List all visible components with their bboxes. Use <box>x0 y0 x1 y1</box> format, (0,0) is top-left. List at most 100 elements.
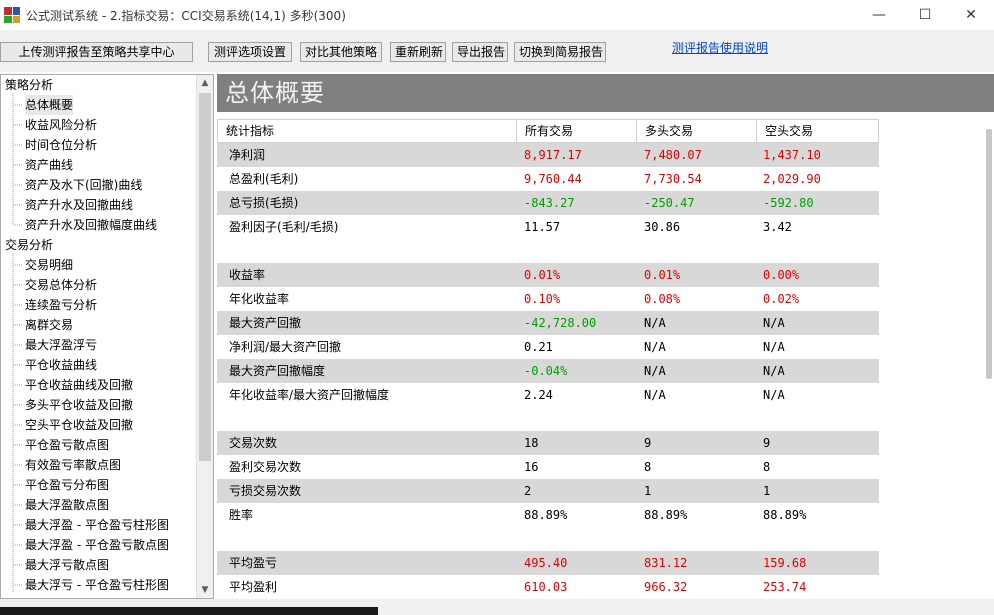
long-trades-cell: 1 <box>644 484 652 498</box>
title-bar: 公式测试系统 - 2.指标交易：CCI交易系统(14,1) 多秒(300) — … <box>0 0 994 30</box>
tree-item[interactable]: 资产曲线 <box>25 155 73 175</box>
report-scroll-thumb[interactable] <box>986 129 992 379</box>
tree-item[interactable]: 平仓收益曲线及回撤 <box>25 375 133 395</box>
report-pane: 总体概要 统计指标 所有交易 多头交易 空头交易 净利润 8,917.17 7,48… <box>217 74 994 599</box>
table-row: 最大资产回撤幅度 -0.04% N/A N/A <box>217 359 879 383</box>
short-trades-cell: 88.89% <box>763 508 807 522</box>
tree-item[interactable]: 空头平仓收益及回撤 <box>25 415 133 435</box>
test-options-button[interactable]: 测评选项设置 <box>208 42 292 62</box>
table-row: 亏损交易次数 2 1 1 <box>217 479 879 503</box>
tree-item[interactable]: 有效盈亏率散点图 <box>25 455 121 475</box>
tree-scrollbar[interactable]: ▲ ▼ <box>196 75 213 598</box>
short-trades-cell: 2,029.90 <box>763 172 821 186</box>
upload-report-button[interactable]: 上传测评报告至策略共享中心 <box>0 42 193 62</box>
tree-item[interactable]: 离群交易 <box>25 315 73 335</box>
all-trades-cell: 2.24 <box>524 388 553 402</box>
long-trades-cell: 831.12 <box>644 556 688 570</box>
tree-item[interactable]: 最大浮盈 - 平仓盈亏柱形图 <box>25 515 169 535</box>
header-long-trades[interactable]: 多头交易 <box>637 119 757 143</box>
long-trades-cell: N/A <box>644 316 666 330</box>
table-row: 总盈利(毛利) 9,760.44 7,730.54 2,029.90 <box>217 167 879 191</box>
tree-item[interactable]: 收益风险分析 <box>25 115 97 135</box>
maximize-button[interactable]: ☐ <box>902 0 948 30</box>
metric-cell: 胜率 <box>229 508 254 522</box>
all-trades-cell: 11.57 <box>524 220 561 234</box>
export-report-button[interactable]: 导出报告 <box>452 42 508 62</box>
tree-item[interactable]: 总体概要 <box>25 95 74 115</box>
header-metric[interactable]: 统计指标 <box>217 119 517 143</box>
table-row: 年化收益率/最大资产回撤幅度 2.24 N/A N/A <box>217 383 879 407</box>
metric-cell: 净利润/最大资产回撤 <box>229 340 342 354</box>
help-link[interactable]: 测评报告使用说明 <box>672 39 768 56</box>
table-row: 净利润 8,917.17 7,480.07 1,437.10 <box>217 143 879 167</box>
all-trades-cell: 0.01% <box>524 268 561 282</box>
tree-item[interactable]: 时间仓位分析 <box>25 135 97 155</box>
short-trades-cell: N/A <box>763 388 785 402</box>
metric-cell: 盈利因子(毛利/毛损) <box>229 220 339 234</box>
window-title: 公式测试系统 - 2.指标交易：CCI交易系统(14,1) 多秒(300) <box>26 8 346 23</box>
chart-app-icon <box>4 7 20 23</box>
short-trades-cell: 3.42 <box>763 220 792 234</box>
tree-item[interactable]: 交易总体分析 <box>25 275 97 295</box>
section-banner: 总体概要 <box>217 74 994 112</box>
long-trades-cell: 966.32 <box>644 580 688 594</box>
metric-cell: 最大资产回撤 <box>229 316 302 330</box>
short-trades-cell: 159.68 <box>763 556 807 570</box>
close-button[interactable]: ✕ <box>948 0 994 30</box>
metric-cell: 盈利交易次数 <box>229 460 302 474</box>
minimize-button[interactable]: — <box>856 0 902 30</box>
table-row: 交易次数 18 9 9 <box>217 431 879 455</box>
report-scrollbar[interactable] <box>986 119 994 599</box>
compare-strategy-button[interactable]: 对比其他策略 <box>300 42 382 62</box>
metric-cell: 年化收益率 <box>229 292 290 306</box>
tree-group-label[interactable]: 策略分析 <box>5 75 53 95</box>
tree-item[interactable]: 最大浮盈 - 平仓盈亏散点图 <box>25 535 169 555</box>
table-row: 总亏损(毛损) -843.27 -250.47 -592.80 <box>217 191 879 215</box>
tree-item[interactable]: 资产升水及回撤幅度曲线 <box>25 215 157 235</box>
tree-item[interactable]: 资产升水及回撤曲线 <box>25 195 133 215</box>
refresh-button[interactable]: 重新刷新 <box>390 42 446 62</box>
tree-item[interactable]: 平仓盈亏散点图 <box>25 435 109 455</box>
long-trades-cell: 9 <box>644 436 652 450</box>
short-trades-cell: 8 <box>763 460 771 474</box>
long-trades-cell: 30.86 <box>644 220 681 234</box>
header-all-trades[interactable]: 所有交易 <box>517 119 637 143</box>
tree-group-label[interactable]: 交易分析 <box>5 235 53 255</box>
tree-item[interactable]: 最大浮盈浮亏 <box>25 335 97 355</box>
long-trades-cell: -250.47 <box>644 196 695 210</box>
all-trades-cell: 2 <box>524 484 532 498</box>
long-trades-cell: 7,730.54 <box>644 172 702 186</box>
scroll-down-icon[interactable]: ▼ <box>197 582 213 598</box>
metric-cell: 收益率 <box>229 268 266 282</box>
tree-item[interactable]: 资产及水下(回撤)曲线 <box>25 175 142 195</box>
tree-item[interactable]: 平仓盈亏分布图 <box>25 475 109 495</box>
short-trades-cell: 0.02% <box>763 292 800 306</box>
metric-cell: 年化收益率/最大资产回撤幅度 <box>229 388 390 402</box>
short-trades-cell: N/A <box>763 340 785 354</box>
table-row: 平均盈利 610.03 966.32 253.74 <box>217 575 879 599</box>
header-short-trades[interactable]: 空头交易 <box>757 119 879 143</box>
short-trades-cell: 0.00% <box>763 268 800 282</box>
metric-cell: 平均盈亏 <box>229 556 278 570</box>
all-trades-cell: -0.04% <box>524 364 568 378</box>
all-trades-cell: 9,760.44 <box>524 172 582 186</box>
toolbar: 上传测评报告至策略共享中心 测评选项设置 对比其他策略 重新刷新 导出报告 切换… <box>0 30 994 72</box>
tree-item[interactable]: 连续盈亏分析 <box>25 295 97 315</box>
tree-item[interactable]: 平仓收益曲线 <box>25 355 97 375</box>
tree-item[interactable]: 最大浮亏散点图 <box>25 555 109 575</box>
scroll-up-icon[interactable]: ▲ <box>197 75 213 91</box>
all-trades-cell: 16 <box>524 460 539 474</box>
tree-item[interactable]: 交易明细 <box>25 255 73 275</box>
tree-item[interactable]: 最大浮盈散点图 <box>25 495 109 515</box>
all-trades-cell: 0.10% <box>524 292 561 306</box>
table-row: 胜率 88.89% 88.89% 88.89% <box>217 503 879 527</box>
long-trades-cell: N/A <box>644 388 666 402</box>
switch-simple-report-button[interactable]: 切换到简易报告 <box>514 42 606 62</box>
tree-item[interactable]: 最大浮亏 - 平仓盈亏柱形图 <box>25 575 169 595</box>
table-row: 盈利因子(毛利/毛损) 11.57 30.86 3.42 <box>217 215 879 239</box>
tree-scroll-thumb[interactable] <box>199 93 211 461</box>
tree-item[interactable]: 多头平仓收益及回撤 <box>25 395 133 415</box>
metric-cell: 总盈利(毛利) <box>229 172 299 186</box>
all-trades-cell: 18 <box>524 436 539 450</box>
table-row: 年化收益率 0.10% 0.08% 0.02% <box>217 287 879 311</box>
